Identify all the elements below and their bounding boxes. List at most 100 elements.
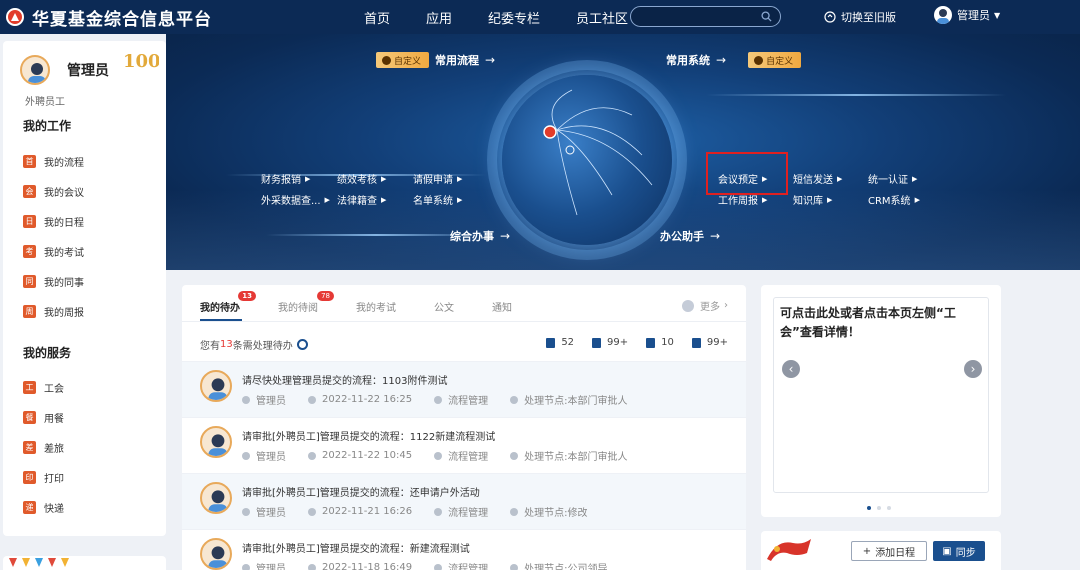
switch-old-version[interactable]: 切换至旧版	[824, 9, 896, 25]
sync-button[interactable]: ▣ 同步	[933, 541, 985, 561]
settings-icon	[382, 55, 391, 65]
menu-my-exams[interactable]: 考我的考试	[23, 244, 84, 259]
logo-icon	[6, 8, 24, 26]
chevron-left-icon[interactable]: ‹	[782, 360, 800, 378]
clock-icon	[308, 507, 316, 516]
chevron-right-icon[interactable]: ›	[964, 360, 982, 378]
highlight-box	[706, 152, 788, 195]
row-title[interactable]: 请审批[外聘员工]管理员提交的流程：还申请户外活动	[242, 484, 480, 499]
row-time: 2022-11-22 10:45	[308, 448, 412, 463]
notice-text[interactable]: 可点击此处或者点击本页左侧“工会”查看详情！	[780, 304, 980, 342]
arrow-right-icon[interactable]: →	[500, 229, 510, 243]
tab-documents[interactable]: 公文	[434, 299, 454, 319]
common-system-title[interactable]: 常用系统	[666, 52, 710, 68]
link-auth[interactable]: 统一认证 ▶	[868, 171, 943, 187]
link-list-system[interactable]: 名单系统 ▶	[413, 192, 489, 208]
arrow-right-icon[interactable]: →	[710, 229, 720, 243]
search-icon[interactable]	[761, 11, 772, 22]
row-title[interactable]: 请审批[外聘员工]管理员提交的流程：新建流程测试	[242, 540, 470, 555]
svg-text:100: 100	[123, 51, 159, 72]
nav-apps[interactable]: 应用	[426, 8, 452, 27]
menu-my-colleagues[interactable]: 同我的同事	[23, 274, 84, 289]
row-type: 流程管理	[434, 448, 488, 463]
notice-carousel[interactable]: 可点击此处或者点击本页左侧“工会”查看详情！ ‹ ›	[773, 297, 989, 493]
node-icon	[510, 563, 519, 570]
arrow-right-icon[interactable]: →	[485, 53, 495, 67]
avatar	[934, 6, 952, 24]
user-menu[interactable]: 管理员 ▼	[934, 6, 1000, 24]
avatar[interactable]	[20, 55, 50, 85]
more-button[interactable]: 更多 ›	[682, 298, 728, 313]
link-performance[interactable]: 绩效考核 ▶	[337, 171, 413, 187]
office-assistant-title[interactable]: 办公助手	[660, 228, 704, 244]
link-external-data[interactable]: 外采数据查... ▶	[261, 192, 337, 208]
tab-my-todo[interactable]: 我的待办 13	[200, 291, 256, 321]
flag-icon	[767, 539, 811, 561]
exam-icon: 考	[23, 245, 36, 258]
nav-home[interactable]: 首页	[364, 8, 390, 27]
row-node: 处理节点:本部门审批人	[510, 392, 628, 407]
flow-icon	[434, 451, 443, 460]
tab-my-toread[interactable]: 我的待阅 78	[278, 291, 334, 319]
menu-my-process[interactable]: 首我的流程	[23, 154, 84, 169]
table-row[interactable]: 请审批[外聘员工]管理员提交的流程：1122新建流程测试 管理员 2022-11…	[182, 417, 746, 473]
menu-dining[interactable]: 餐用餐	[23, 410, 64, 425]
row-user: 管理员	[242, 504, 286, 519]
carousel-dot[interactable]	[867, 506, 871, 510]
search-input[interactable]	[631, 7, 751, 26]
menu-union[interactable]: 工工会	[23, 380, 64, 395]
print-icon: 印	[23, 471, 36, 484]
refresh-icon[interactable]	[296, 339, 308, 350]
nav-discipline[interactable]: 纪委专栏	[488, 8, 540, 27]
link-expense[interactable]: 财务报销 ▶	[261, 171, 337, 187]
flow-icon	[434, 563, 443, 570]
common-flow-title[interactable]: 常用流程	[435, 52, 479, 68]
menu-my-schedule[interactable]: 日我的日程	[23, 214, 84, 229]
add-schedule-button[interactable]: + 添加日程	[851, 541, 927, 561]
link-legal[interactable]: 法律籍查 ▶	[337, 192, 413, 208]
table-row[interactable]: 请审批[外聘员工]管理员提交的流程：还申请户外活动 管理员 2022-11-21…	[182, 473, 746, 529]
logo[interactable]: 华夏基金综合信息平台	[6, 5, 212, 30]
table-row[interactable]: 请审批[外聘员工]管理员提交的流程：新建流程测试 管理员 2022-11-18 …	[182, 529, 746, 570]
avatar	[200, 426, 232, 458]
tab-notices[interactable]: 通知	[492, 299, 512, 319]
left-sidebar: 管理员 100 外聘员工 我的工作 首我的流程 会我的会议 日我的日程 考我的考…	[3, 41, 166, 536]
link-crm[interactable]: CRM系统 ▶	[868, 192, 943, 208]
link-sms[interactable]: 短信发送 ▶	[793, 171, 868, 187]
todo-stats: 52 99+ 10 99+	[528, 337, 728, 348]
menu-travel[interactable]: 差差旅	[23, 440, 64, 455]
stat-trash[interactable]: 10	[646, 337, 674, 348]
stat-process[interactable]: 52	[546, 337, 574, 348]
arrow-right-icon[interactable]: →	[716, 53, 726, 67]
user-icon	[242, 563, 250, 570]
settings-icon	[754, 55, 764, 65]
menu-my-meetings[interactable]: 会我的会议	[23, 184, 84, 199]
link-leave[interactable]: 请假申请 ▶	[413, 171, 489, 187]
row-type: 流程管理	[434, 560, 488, 570]
menu-print[interactable]: 印打印	[23, 470, 64, 485]
comprehensive-title[interactable]: 综合办事	[450, 228, 494, 244]
customize-system-button[interactable]: 自定义	[748, 52, 802, 68]
node-icon	[510, 451, 519, 460]
nav-community[interactable]: 员工社区	[576, 8, 628, 27]
user-icon	[242, 451, 250, 460]
tab-my-exams[interactable]: 我的考试	[356, 299, 396, 319]
row-title[interactable]: 请尽快处理管理员提交的流程：1103附件测试	[242, 372, 447, 387]
carousel-dot[interactable]	[887, 506, 891, 510]
menu-my-weekly[interactable]: 周我的周报	[23, 304, 84, 319]
notice-panel: 可点击此处或者点击本页左侧“工会”查看详情！ ‹ ›	[761, 285, 1001, 517]
customize-label: 自定义	[766, 56, 794, 67]
file-icon	[691, 337, 701, 348]
row-type: 流程管理	[434, 392, 488, 407]
row-time: 2022-11-21 16:26	[308, 504, 412, 519]
trash-icon	[646, 337, 656, 348]
row-title[interactable]: 请审批[外聘员工]管理员提交的流程：1122新建流程测试	[242, 428, 495, 443]
stat-doc[interactable]: 99+	[691, 337, 728, 348]
link-knowledge[interactable]: 知识库 ▶	[793, 192, 868, 208]
user-icon	[242, 395, 250, 404]
stat-screen[interactable]: 99+	[592, 337, 628, 348]
carousel-dot[interactable]	[877, 506, 881, 510]
table-row[interactable]: 请尽快处理管理员提交的流程：1103附件测试 管理员 2022-11-22 16…	[182, 361, 746, 417]
menu-express[interactable]: 递快递	[23, 500, 64, 515]
customize-flow-button[interactable]: 自定义	[376, 52, 430, 68]
